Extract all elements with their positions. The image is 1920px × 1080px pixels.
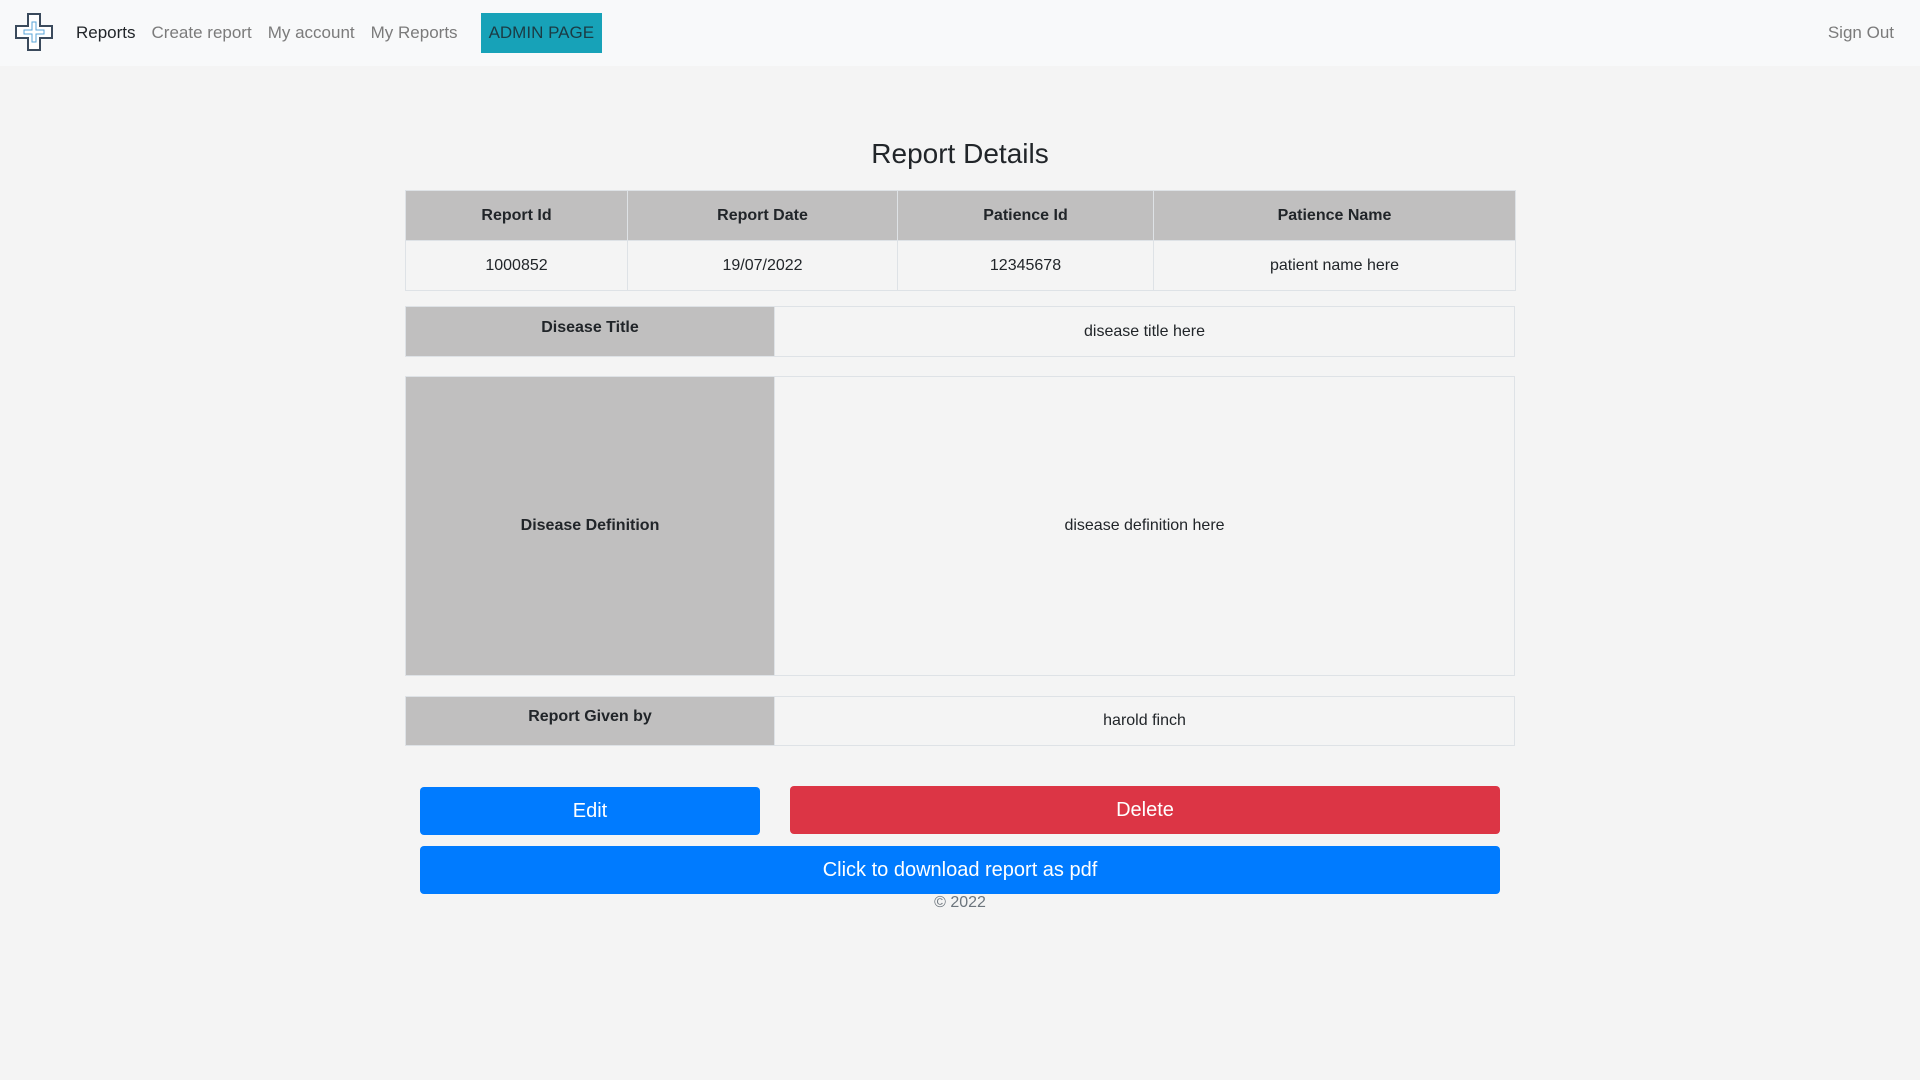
nav-links: Reports Create report My account My Repo… bbox=[76, 0, 603, 66]
download-pdf-button[interactable]: Click to download report as pdf bbox=[420, 846, 1500, 894]
nav-link-create-report[interactable]: Create report bbox=[152, 23, 252, 43]
disease-definition-table: Disease Definition disease definition he… bbox=[405, 376, 1515, 676]
cell-report-id: 1000852 bbox=[405, 240, 628, 291]
disease-title-table: Disease Title disease title here bbox=[405, 306, 1515, 357]
table-header-row: Report Id Report Date Patience Id Patien… bbox=[405, 190, 1516, 241]
navbar: Reports Create report My account My Repo… bbox=[0, 0, 1920, 66]
disease-title-value: disease title here bbox=[774, 306, 1515, 357]
report-given-by-label: Report Given by bbox=[405, 696, 775, 746]
footer-copyright: © 2022 bbox=[934, 894, 986, 911]
header-patience-id: Patience Id bbox=[897, 190, 1154, 241]
nav-link-my-reports[interactable]: My Reports bbox=[371, 23, 458, 43]
report-given-by-value: harold finch bbox=[774, 696, 1515, 746]
sign-out-link[interactable]: Sign Out bbox=[1828, 0, 1894, 66]
admin-page-button[interactable]: ADMIN PAGE bbox=[480, 13, 603, 53]
table-row: Disease Title disease title here bbox=[405, 306, 1515, 357]
header-patience-name: Patience Name bbox=[1153, 190, 1516, 241]
table-row: 1000852 19/07/2022 12345678 patient name… bbox=[405, 240, 1516, 291]
disease-title-label: Disease Title bbox=[405, 306, 775, 357]
cell-patience-id: 12345678 bbox=[897, 240, 1154, 291]
cell-patience-name: patient name here bbox=[1153, 240, 1516, 291]
edit-button[interactable]: Edit bbox=[420, 787, 760, 835]
page-title: Report Details bbox=[871, 138, 1049, 169]
disease-definition-value: disease definition here bbox=[774, 376, 1515, 676]
medical-cross-icon[interactable] bbox=[15, 13, 53, 51]
header-report-date: Report Date bbox=[627, 190, 898, 241]
table-row: Disease Definition disease definition he… bbox=[405, 376, 1515, 676]
table-row: Report Given by harold finch bbox=[405, 696, 1515, 746]
report-given-by-table: Report Given by harold finch bbox=[405, 696, 1515, 746]
nav-link-my-account[interactable]: My account bbox=[268, 23, 355, 43]
nav-link-reports[interactable]: Reports bbox=[76, 23, 136, 43]
header-report-id: Report Id bbox=[405, 190, 628, 241]
cell-report-date: 19/07/2022 bbox=[627, 240, 898, 291]
delete-button[interactable]: Delete bbox=[790, 786, 1500, 834]
disease-definition-label: Disease Definition bbox=[405, 376, 775, 676]
report-info-table: Report Id Report Date Patience Id Patien… bbox=[405, 190, 1516, 291]
